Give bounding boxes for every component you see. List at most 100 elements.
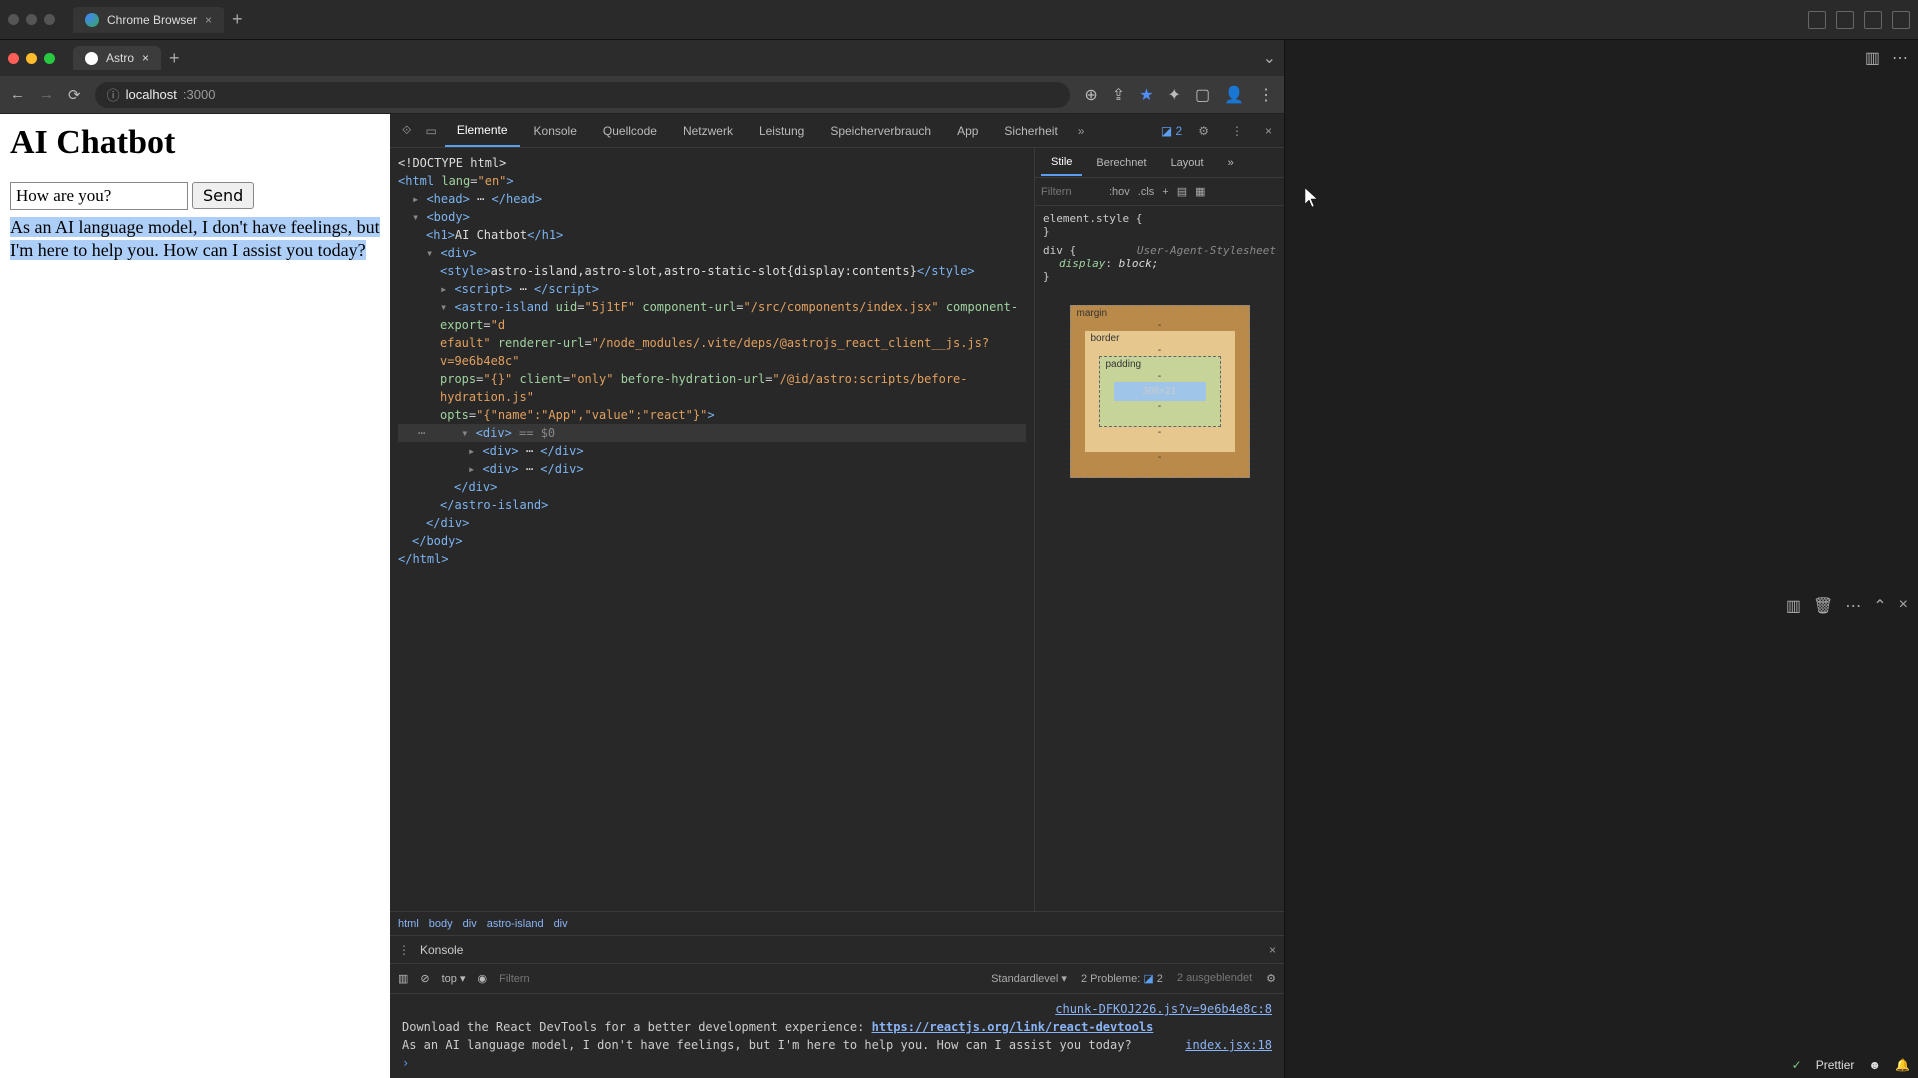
profile-icon[interactable]: 👤 — [1224, 85, 1244, 105]
browser-window-controls[interactable] — [8, 53, 55, 64]
crumb[interactable]: div — [554, 918, 568, 930]
cls-toggle[interactable]: .cls — [1138, 186, 1155, 198]
menu-icon[interactable]: ⋮ — [1225, 120, 1249, 142]
problems-count[interactable]: 2 Probleme: ◪ 2 — [1081, 972, 1163, 985]
more-icon[interactable]: ⋯ — [1892, 48, 1908, 68]
rendered-page: AI Chatbot Send As an AI language model,… — [0, 114, 390, 1078]
chevron-down-icon[interactable]: ⌄ — [1263, 48, 1276, 68]
style-rules[interactable]: element.style { } div {User-Agent-Styles… — [1035, 206, 1284, 289]
extensions-icon[interactable]: ✦ — [1168, 85, 1181, 105]
site-info-icon[interactable]: ⓘ — [107, 85, 120, 104]
share-icon[interactable]: ⇪ — [1112, 85, 1125, 105]
editor-right-panel: ▥ ⋯ ▥ 🗑 ⋯ ⌃ × ✓ Prettier ☻ 🔔 — [1285, 40, 1918, 1078]
browser-tab-title: Astro — [106, 51, 134, 65]
zoom-icon[interactable]: ⊕ — [1084, 85, 1097, 105]
tab-security[interactable]: Sicherheit — [992, 116, 1069, 146]
bookmark-icon[interactable]: ★ — [1139, 85, 1153, 105]
sidebar-toggle-icon[interactable]: ▥ — [398, 972, 408, 985]
menu-icon[interactable]: ⋮ — [1258, 85, 1274, 105]
chrome-icon — [85, 13, 99, 27]
log-source-link[interactable]: index.jsx:18 — [1185, 1038, 1272, 1052]
dom-breadcrumb[interactable]: html body div astro-island div — [390, 911, 1284, 935]
console-log[interactable]: chunk-DFKOJ226.js?v=9e6b4e8c:8 Download … — [390, 994, 1284, 1078]
more-icon[interactable]: » — [1218, 151, 1244, 175]
styles-filter-input[interactable] — [1041, 186, 1101, 198]
tab-performance[interactable]: Leistung — [747, 116, 816, 146]
clear-console-icon[interactable]: ⊘ — [420, 972, 429, 985]
hidden-count[interactable]: 2 ausgeblendet — [1177, 972, 1252, 985]
send-button[interactable]: Send — [192, 182, 254, 209]
chevron-up-icon[interactable]: ⌃ — [1873, 596, 1886, 616]
console-filter-input[interactable] — [499, 973, 619, 985]
tab-sources[interactable]: Quellcode — [591, 116, 669, 146]
crumb[interactable]: html — [398, 918, 419, 930]
more-icon[interactable]: ⋯ — [1845, 596, 1861, 616]
trash-icon[interactable]: 🗑 — [1813, 596, 1833, 616]
layout-icon[interactable] — [1864, 11, 1882, 29]
styles-tab-layout[interactable]: Layout — [1161, 151, 1214, 175]
drawer-menu-icon[interactable]: ⋮ — [398, 943, 410, 957]
context-selector[interactable]: top ▾ — [442, 972, 466, 985]
inspect-icon[interactable]: ⟐ — [396, 119, 417, 142]
tab-app[interactable]: App — [945, 116, 990, 146]
reload-button[interactable]: ⟳ — [68, 86, 81, 104]
crumb[interactable]: div — [463, 918, 477, 930]
selected-dom-node[interactable]: ⋯▾ <div> == $0 — [398, 424, 1026, 442]
issues-badge[interactable]: ◪ 2 — [1161, 124, 1182, 138]
more-tabs-icon[interactable]: » — [1072, 120, 1091, 142]
close-icon[interactable]: × — [1259, 120, 1278, 142]
new-tab-button[interactable]: + — [232, 9, 243, 30]
editor-tab-title: Chrome Browser — [107, 13, 197, 27]
print-icon[interactable]: ▤ — [1177, 185, 1187, 198]
panel-icon[interactable]: ▥ — [1786, 596, 1801, 616]
device-icon[interactable]: ▭ — [419, 120, 442, 142]
new-rule-icon[interactable]: + — [1162, 186, 1168, 198]
tab-memory[interactable]: Speicherverbrauch — [818, 116, 943, 146]
log-level-selector[interactable]: Standardlevel ▾ — [991, 972, 1067, 985]
status-prettier[interactable]: Prettier — [1816, 1058, 1855, 1072]
console-settings-icon[interactable]: ⚙ — [1266, 972, 1276, 985]
styles-tab-stile[interactable]: Stile — [1041, 150, 1082, 176]
browser-tab-astro[interactable]: Astro × — [73, 46, 161, 70]
close-icon[interactable]: × — [205, 13, 212, 27]
layout-icons[interactable] — [1808, 11, 1910, 29]
layout-icon[interactable] — [1892, 11, 1910, 29]
forward-button[interactable]: → — [39, 86, 54, 103]
url-path: :3000 — [183, 87, 216, 102]
tab-console[interactable]: Konsole — [522, 116, 589, 146]
live-expression-icon[interactable]: ◉ — [478, 972, 488, 985]
tab-elements[interactable]: Elemente — [445, 115, 520, 147]
check-icon: ✓ — [1792, 1058, 1802, 1072]
styles-tab-berechnet[interactable]: Berechnet — [1086, 151, 1156, 175]
dom-tree[interactable]: <!DOCTYPE html> <html lang="en"> ▸ <head… — [390, 148, 1034, 911]
feedback-icon[interactable]: ☻ — [1868, 1058, 1881, 1072]
tab-network[interactable]: Netzwerk — [671, 116, 745, 146]
new-browser-tab-button[interactable]: + — [169, 48, 180, 69]
close-icon[interactable]: × — [1899, 596, 1908, 616]
box-model[interactable]: margin - border - padding - 308×21 - — [1070, 305, 1250, 478]
computed-icon[interactable]: ▦ — [1195, 185, 1205, 198]
styles-pane: Stile Berechnet Layout » :hov .cls + ▤ — [1034, 148, 1284, 911]
bell-icon[interactable]: 🔔 — [1895, 1058, 1910, 1072]
layout-icon[interactable] — [1808, 11, 1826, 29]
panel-icon[interactable]: ▢ — [1195, 85, 1210, 105]
close-icon[interactable]: × — [1269, 943, 1276, 957]
back-button[interactable]: ← — [10, 86, 25, 103]
log-source-link[interactable]: chunk-DFKOJ226.js?v=9e6b4e8c:8 — [1055, 1002, 1272, 1016]
layout-icon[interactable] — [1836, 11, 1854, 29]
drawer-tab-konsole[interactable]: Konsole — [410, 939, 473, 961]
crumb[interactable]: body — [429, 918, 453, 930]
hov-toggle[interactable]: :hov — [1109, 186, 1130, 198]
chat-input[interactable] — [10, 182, 188, 210]
settings-icon[interactable]: ⚙ — [1192, 120, 1215, 142]
address-bar[interactable]: ⓘ localhost:3000 — [95, 82, 1071, 108]
react-devtools-link[interactable]: https://reactjs.org/link/react-devtools — [872, 1020, 1154, 1034]
split-icon[interactable]: ▥ — [1865, 48, 1880, 68]
close-icon[interactable]: × — [142, 51, 149, 65]
editor-tab-chrome[interactable]: Chrome Browser × — [73, 7, 224, 33]
mouse-cursor — [1305, 188, 1319, 208]
console-prompt[interactable]: › — [402, 1056, 409, 1070]
crumb[interactable]: astro-island — [487, 918, 544, 930]
chat-response-text: As an AI language model, I don't have fe… — [10, 217, 380, 260]
window-controls[interactable] — [8, 14, 55, 25]
